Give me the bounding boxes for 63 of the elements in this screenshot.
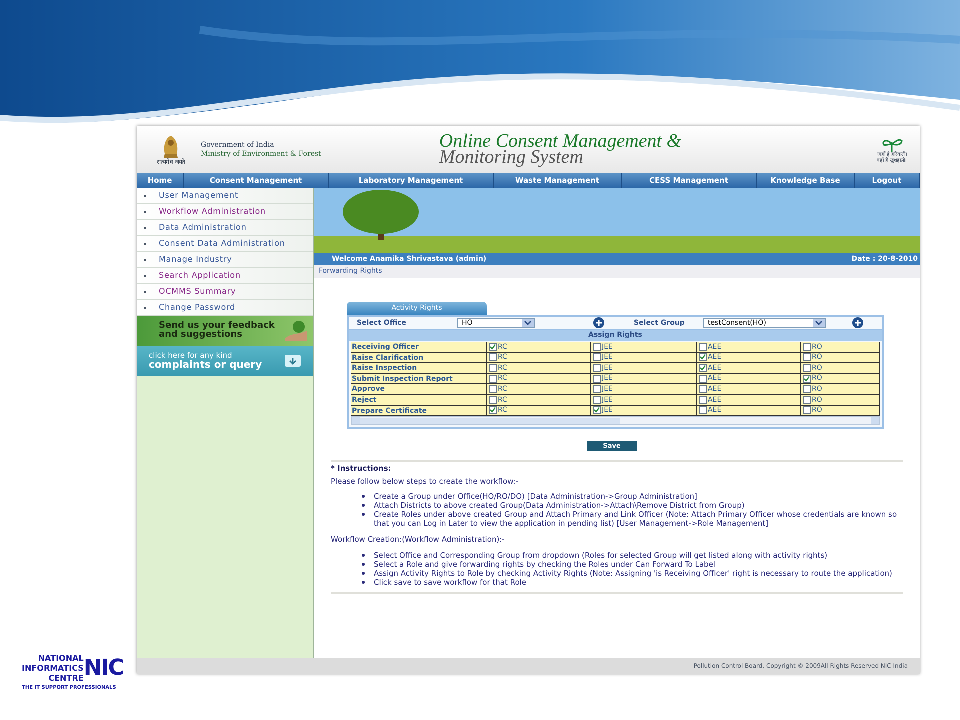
sidebar-item[interactable]: Manage Industry — [137, 252, 313, 268]
checkbox[interactable] — [803, 364, 811, 372]
checkmark-icon — [490, 344, 496, 350]
add-icon[interactable] — [852, 317, 864, 329]
checkbox[interactable] — [803, 342, 811, 351]
banner-text: Send us your feedback — [159, 322, 275, 331]
checkbox[interactable] — [803, 385, 811, 394]
sidebar-item[interactable]: Change Password — [137, 300, 313, 316]
checkbox[interactable] — [803, 396, 811, 404]
logo-mark: NIC — [84, 658, 124, 680]
feedback-banner[interactable]: Send us your feedback and suggestions — [137, 316, 313, 346]
checkbox[interactable] — [593, 342, 601, 351]
checkbox[interactable] — [803, 406, 811, 414]
checkbox[interactable] — [699, 342, 707, 351]
checkbox[interactable] — [803, 353, 811, 362]
checkmark-icon — [594, 407, 600, 414]
checkbox[interactable] — [593, 396, 601, 404]
logo-text: INFORMATICS — [22, 664, 84, 674]
checkbox[interactable] — [699, 385, 707, 394]
logo-text: NATIONAL — [38, 654, 84, 664]
logo-text: CENTRE — [48, 674, 84, 684]
bullet-icon — [362, 581, 365, 584]
checkbox[interactable] — [489, 353, 497, 362]
checkbox[interactable] — [699, 364, 707, 372]
bullet-icon — [362, 554, 365, 558]
sidebar-item[interactable]: Consent Data Administration — [137, 236, 313, 252]
checkbox[interactable] — [593, 406, 601, 414]
bullet-icon — [362, 495, 365, 498]
bullet-icon — [362, 513, 365, 516]
system-title: Monitoring System — [439, 150, 584, 166]
bullet-icon — [362, 504, 365, 508]
checkbox[interactable] — [593, 385, 601, 394]
checkbox[interactable] — [489, 406, 497, 414]
checkbox[interactable] — [489, 364, 497, 372]
bullet-icon — [362, 563, 365, 566]
checkbox[interactable] — [489, 385, 497, 394]
bullet-icon — [362, 572, 365, 576]
checkbox[interactable] — [593, 353, 601, 362]
checkbox[interactable] — [489, 374, 497, 383]
banner-text: complaints or query — [149, 361, 262, 371]
sidebar-item[interactable]: OCMMS Summary — [137, 284, 313, 300]
sidebar-item[interactable]: User Management — [137, 188, 313, 204]
checkbox[interactable] — [699, 396, 707, 404]
caret-icon — [522, 319, 534, 327]
sidebar-item[interactable]: Data Administration — [137, 220, 313, 236]
checkbox[interactable] — [803, 374, 811, 383]
checkmark-icon — [490, 407, 496, 414]
checkmark-icon — [804, 376, 810, 382]
checkbox[interactable] — [593, 374, 601, 383]
caret-icon — [813, 319, 825, 327]
checkbox[interactable] — [489, 396, 497, 404]
sidebar-item[interactable]: Workflow Administration — [137, 204, 313, 220]
sidebar-item[interactable]: Search Application — [137, 268, 313, 284]
checkbox[interactable] — [699, 353, 707, 362]
checkbox[interactable] — [699, 406, 707, 414]
add-icon[interactable] — [592, 317, 604, 329]
checkbox[interactable] — [593, 364, 601, 372]
hands-with-plant-icon — [283, 319, 309, 343]
banner-text: and suggestions — [159, 331, 244, 340]
horizontal-scrollbar[interactable] — [351, 416, 880, 426]
checkbox[interactable] — [699, 374, 707, 383]
system-title: Online Consent Management & — [439, 134, 682, 150]
checkbox[interactable] — [489, 342, 497, 351]
